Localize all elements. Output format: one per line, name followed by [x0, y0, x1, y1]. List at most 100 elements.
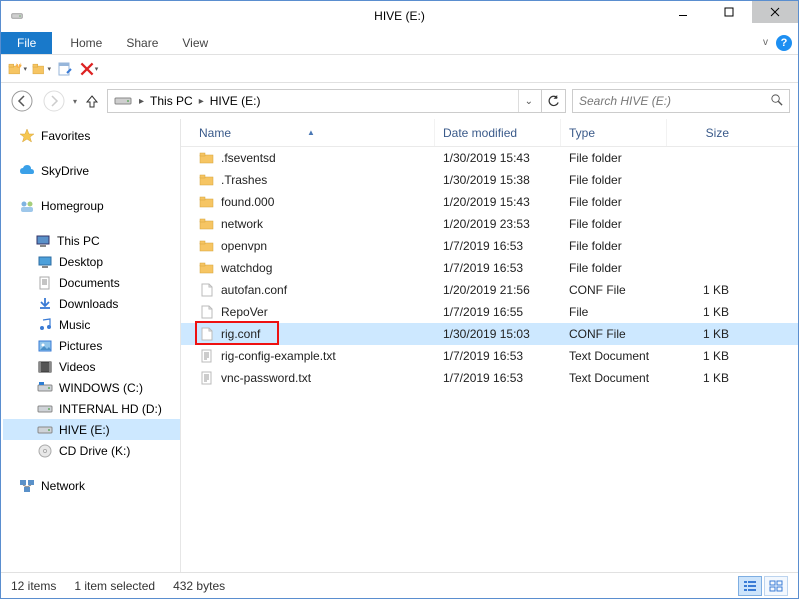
file-type: Text Document — [561, 371, 667, 385]
file-rows[interactable]: .fseventsd 1/30/2019 15:43 File folder .… — [181, 147, 798, 572]
file-date: 1/30/2019 15:03 — [435, 327, 561, 341]
file-type: File folder — [561, 217, 667, 231]
refresh-button[interactable] — [542, 89, 566, 113]
maximize-button[interactable] — [706, 1, 752, 23]
item-icon — [37, 254, 53, 270]
tree-thispc[interactable]: This PC — [3, 230, 180, 251]
breadcrumb-part[interactable]: This PC — [148, 94, 195, 108]
file-date: 1/7/2019 16:53 — [435, 261, 561, 275]
close-button[interactable] — [752, 1, 798, 23]
nav-tree[interactable]: Favorites SkyDrive Homegroup This PC Des… — [1, 119, 181, 572]
minimize-button[interactable] — [660, 1, 706, 23]
help-button[interactable]: ? — [776, 35, 792, 51]
breadcrumb-dropdown[interactable]: ⌄ — [518, 90, 539, 112]
open-button[interactable]: ▾ — [31, 59, 51, 79]
file-size: 1 KB — [667, 349, 737, 363]
file-icon — [199, 238, 215, 254]
file-date: 1/7/2019 16:53 — [435, 371, 561, 385]
item-icon — [37, 380, 53, 396]
tree-item[interactable]: Videos — [3, 356, 180, 377]
file-date: 1/20/2019 23:53 — [435, 217, 561, 231]
tab-home[interactable]: Home — [58, 32, 114, 54]
file-size: 1 KB — [667, 305, 737, 319]
file-name: watchdog — [221, 261, 272, 275]
item-icon — [37, 359, 53, 375]
file-type: File folder — [561, 195, 667, 209]
item-icon — [37, 443, 53, 459]
tree-homegroup[interactable]: Homegroup — [3, 195, 180, 216]
ribbon-expand-icon[interactable]: v — [763, 37, 768, 48]
file-date: 1/7/2019 16:55 — [435, 305, 561, 319]
nav-row: ▾ ▸ This PC ▸ HIVE (E:) ⌄ Search HIVE (E… — [1, 83, 798, 119]
file-icon — [199, 172, 215, 188]
file-row[interactable]: RepoVer 1/7/2019 16:55 File 1 KB — [181, 301, 798, 323]
tree-item[interactable]: Documents — [3, 272, 180, 293]
delete-button[interactable]: ▾ — [79, 59, 99, 79]
breadcrumb-part[interactable]: HIVE (E:) — [208, 94, 263, 108]
column-headers: Name▲ Date modified Type Size — [181, 119, 798, 147]
file-row[interactable]: vnc-password.txt 1/7/2019 16:53 Text Doc… — [181, 367, 798, 389]
file-tab[interactable]: File — [1, 32, 52, 54]
view-details-button[interactable] — [738, 576, 762, 596]
item-icon — [37, 296, 53, 312]
col-date[interactable]: Date modified — [435, 119, 561, 146]
forward-button[interactable] — [41, 88, 67, 114]
file-icon — [199, 260, 215, 276]
col-type[interactable]: Type — [561, 119, 667, 146]
file-row[interactable]: found.000 1/20/2019 15:43 File folder — [181, 191, 798, 213]
properties-button[interactable] — [55, 59, 75, 79]
file-icon — [199, 150, 215, 166]
file-date: 1/30/2019 15:43 — [435, 151, 561, 165]
tree-item[interactable]: Downloads — [3, 293, 180, 314]
history-dropdown[interactable]: ▾ — [73, 97, 77, 106]
file-row[interactable]: autofan.conf 1/20/2019 21:56 CONF File 1… — [181, 279, 798, 301]
file-date: 1/20/2019 15:43 — [435, 195, 561, 209]
tree-favorites[interactable]: Favorites — [3, 125, 180, 146]
col-name[interactable]: Name▲ — [181, 119, 435, 146]
file-row[interactable]: network 1/20/2019 23:53 File folder — [181, 213, 798, 235]
tree-item[interactable]: HIVE (E:) — [3, 419, 180, 440]
file-name: RepoVer — [221, 305, 268, 319]
file-row[interactable]: .fseventsd 1/30/2019 15:43 File folder — [181, 147, 798, 169]
drive-icon — [11, 9, 23, 23]
file-name: rig.conf — [221, 327, 260, 341]
tree-item[interactable]: WINDOWS (C:) — [3, 377, 180, 398]
back-button[interactable] — [9, 88, 35, 114]
file-icon — [199, 216, 215, 232]
tree-item[interactable]: INTERNAL HD (D:) — [3, 398, 180, 419]
file-row[interactable]: rig-config-example.txt 1/7/2019 16:53 Te… — [181, 345, 798, 367]
file-row[interactable]: .Trashes 1/30/2019 15:38 File folder — [181, 169, 798, 191]
file-type: CONF File — [561, 283, 667, 297]
tree-item[interactable]: CD Drive (K:) — [3, 440, 180, 461]
file-type: File folder — [561, 173, 667, 187]
col-size[interactable]: Size — [667, 119, 737, 146]
status-bar: 12 items 1 item selected 432 bytes — [1, 572, 798, 598]
file-row[interactable]: watchdog 1/7/2019 16:53 File folder — [181, 257, 798, 279]
tree-network[interactable]: Network — [3, 475, 180, 496]
chevron-right-icon[interactable]: ▸ — [195, 96, 208, 107]
tab-view[interactable]: View — [170, 32, 220, 54]
ribbon: File Home Share View v ? — [1, 31, 798, 55]
tab-share[interactable]: Share — [114, 32, 170, 54]
file-row[interactable]: openvpn 1/7/2019 16:53 File folder — [181, 235, 798, 257]
tree-item[interactable]: Pictures — [3, 335, 180, 356]
tree-item[interactable]: Desktop — [3, 251, 180, 272]
tree-skydrive[interactable]: SkyDrive — [3, 160, 180, 181]
breadcrumb[interactable]: ▸ This PC ▸ HIVE (E:) ⌄ — [107, 89, 542, 113]
chevron-right-icon[interactable]: ▸ — [135, 96, 148, 107]
homegroup-icon — [19, 198, 35, 214]
file-row[interactable]: rig.conf 1/30/2019 15:03 CONF File 1 KB — [181, 323, 798, 345]
file-size: 1 KB — [667, 283, 737, 297]
file-type: File folder — [561, 151, 667, 165]
up-button[interactable] — [83, 91, 101, 111]
main: Favorites SkyDrive Homegroup This PC Des… — [1, 119, 798, 572]
star-icon — [19, 128, 35, 144]
view-large-button[interactable] — [764, 576, 788, 596]
new-folder-button[interactable]: ✶ ▾ — [7, 59, 27, 79]
search-input[interactable]: Search HIVE (E:) — [572, 89, 790, 113]
quick-toolbar: ✶ ▾ ▾ ▾ — [1, 55, 798, 83]
file-type: CONF File — [561, 327, 667, 341]
selection-count: 1 item selected — [74, 579, 155, 593]
tree-item[interactable]: Music — [3, 314, 180, 335]
item-count: 12 items — [11, 579, 56, 593]
